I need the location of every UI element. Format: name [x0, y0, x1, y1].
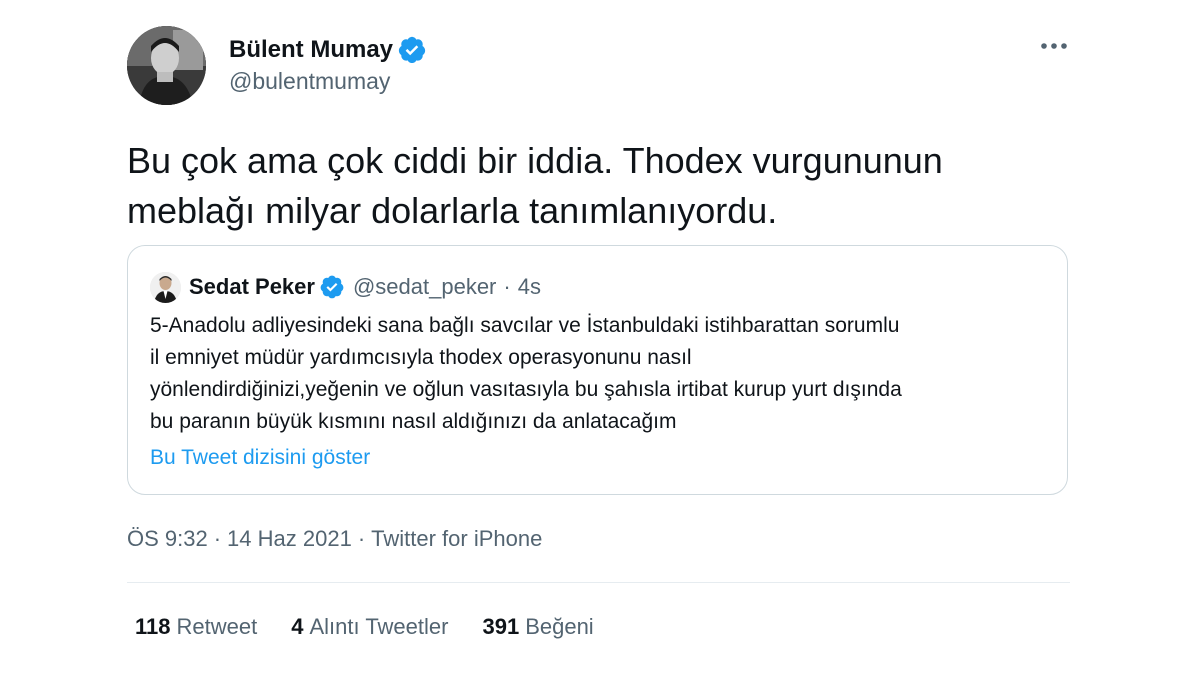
separator-dot: ·: [503, 274, 511, 299]
verified-badge-icon: [398, 36, 426, 64]
tweet-time[interactable]: ÖS 9:32: [127, 526, 208, 551]
tweet-text-line: Bu çok ama çok ciddi bir iddia. Thodex v…: [127, 140, 943, 181]
quote-tweet-count[interactable]: 4 Alıntı Tweetler: [291, 614, 448, 640]
tweet-metadata: ÖS 9:32 · 14 Haz 2021 · Twitter for iPhone: [127, 526, 542, 552]
quoted-text-line: bu paranın büyük kısmını nasıl aldığınız…: [150, 410, 677, 433]
quoted-author-handle: @sedat_peker: [352, 274, 497, 299]
more-horizontal-icon[interactable]: [1036, 34, 1072, 58]
retweet-number: 118: [135, 614, 171, 639]
author-handle[interactable]: @bulentmumay: [229, 68, 390, 95]
quoted-text-line: yönlendirdiğinizi,yeğenin ve oğlun vasıt…: [150, 378, 902, 401]
tweet-stats: 118 Retweet 4 Alıntı Tweetler 391 Beğeni: [135, 614, 628, 640]
quoted-tweet-text: 5-Anadolu adliyesindeki sana bağlı savcı…: [150, 310, 1055, 438]
quote-tweet-number: 4: [291, 614, 304, 639]
verified-badge-icon: [320, 275, 344, 299]
separator-dot: ·: [213, 526, 222, 551]
show-thread-link[interactable]: Bu Tweet dizisini göster: [150, 446, 370, 470]
quoted-tweet-time: 4s: [517, 274, 541, 299]
author-avatar[interactable]: [127, 26, 206, 105]
author-name[interactable]: Bülent Mumay: [229, 36, 393, 64]
quoted-text-line: il emniyet müdür yardımcısıyla thodex op…: [150, 346, 692, 369]
tweet-source[interactable]: Twitter for iPhone: [371, 526, 542, 551]
quote-tweet-label: Alıntı Tweetler: [309, 614, 449, 639]
quoted-text-line: 5-Anadolu adliyesindeki sana bağlı savcı…: [150, 314, 900, 337]
retweet-count[interactable]: 118 Retweet: [135, 614, 257, 640]
divider: [127, 582, 1070, 583]
quoted-author-avatar: [150, 271, 181, 303]
tweet-text-line: meblağı milyar dolarlarla tanımlanıyordu…: [127, 190, 778, 231]
tweet-date[interactable]: 14 Haz 2021: [227, 526, 352, 551]
author-name-row[interactable]: Bülent Mumay: [229, 33, 427, 67]
like-count[interactable]: 391 Beğeni: [482, 614, 593, 640]
quoted-author-name: Sedat Peker: [189, 274, 315, 299]
tweet-text: Bu çok ama çok ciddi bir iddia. Thodex v…: [127, 136, 1077, 236]
like-label: Beğeni: [525, 614, 594, 639]
like-number: 391: [482, 614, 520, 639]
profile-photo-icon: [127, 26, 206, 105]
separator-dot: ·: [357, 526, 366, 551]
quoted-tweet[interactable]: Sedat Peker @sedat_peker · 4s 5-Anadolu …: [127, 245, 1068, 495]
profile-photo-icon: [150, 271, 181, 303]
quoted-tweet-header: Sedat Peker @sedat_peker · 4s: [150, 270, 541, 304]
retweet-label: Retweet: [176, 614, 258, 639]
